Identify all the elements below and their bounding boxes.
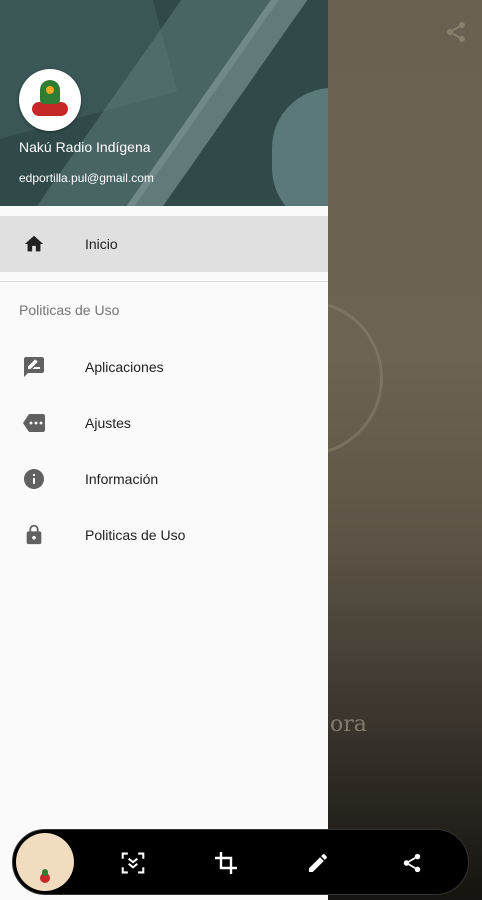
lock-icon (22, 523, 46, 547)
label-dots-icon (22, 411, 46, 435)
home-icon (22, 232, 46, 256)
background-share-icon (444, 20, 468, 50)
menu-item-label: Ajustes (85, 415, 131, 431)
user-name: Nakú Radio Indígena (19, 139, 151, 155)
edit-icon[interactable] (306, 851, 330, 875)
menu-item-politicas-de-uso[interactable]: Politicas de Uso (0, 507, 328, 563)
menu-item-label: Inicio (85, 236, 118, 252)
rate-review-icon (22, 355, 46, 379)
share-icon[interactable] (400, 851, 424, 875)
background-content (328, 0, 482, 900)
scroll-capture-icon[interactable] (121, 851, 145, 875)
user-email: edportilla.pul@gmail.com (19, 171, 154, 185)
navigation-drawer: Nakú Radio Indígena edportilla.pul@gmail… (0, 0, 328, 900)
menu-item-label: Aplicaciones (85, 359, 164, 375)
menu-item-ajustes[interactable]: Ajustes (0, 395, 328, 451)
drawer-header: Nakú Radio Indígena edportilla.pul@gmail… (0, 0, 328, 206)
menu-item-inicio[interactable]: Inicio (0, 216, 328, 272)
screenshot-thumbnail[interactable] (16, 833, 74, 891)
background-partial-text: ora (330, 712, 367, 737)
screenshot-toolbar (12, 829, 469, 895)
info-icon (22, 467, 46, 491)
avatar[interactable] (19, 69, 81, 131)
menu-item-aplicaciones[interactable]: Aplicaciones (0, 339, 328, 395)
menu-item-informacion[interactable]: Información (0, 451, 328, 507)
menu-item-label: Politicas de Uso (85, 527, 186, 543)
logo-icon (28, 78, 72, 122)
crop-icon[interactable] (214, 851, 238, 875)
menu-item-label: Información (85, 471, 159, 487)
section-title: Politicas de Uso (19, 302, 120, 318)
divider (0, 281, 328, 282)
